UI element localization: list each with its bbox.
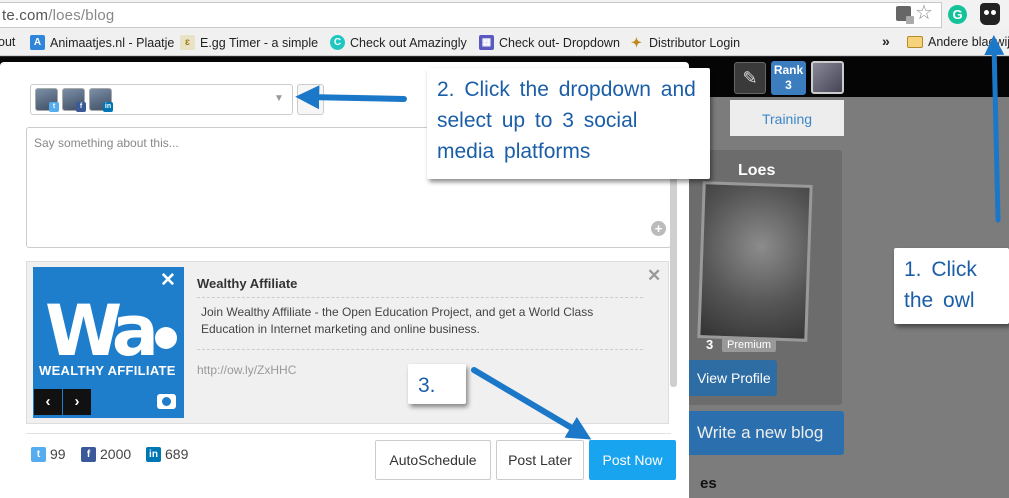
arrow-to-dropdown <box>295 85 407 110</box>
tutorial-arrows <box>295 35 1005 440</box>
arrow-to-post-now <box>471 367 592 440</box>
arrow-to-owl <box>984 35 1005 223</box>
